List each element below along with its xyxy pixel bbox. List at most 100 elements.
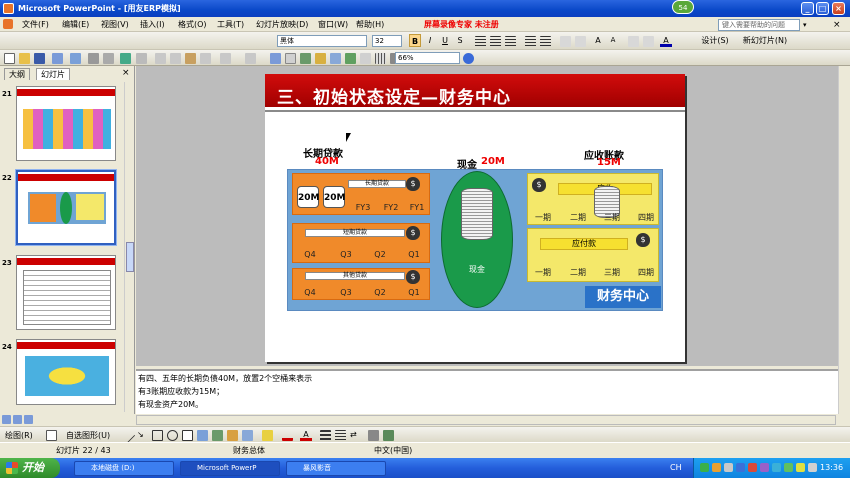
tray-icon[interactable]: [784, 463, 793, 472]
clipart-icon[interactable]: [227, 430, 238, 441]
italic-button[interactable]: I: [424, 34, 436, 47]
new-slide-button[interactable]: 新幻灯片(N): [740, 34, 790, 47]
line-color-icon[interactable]: [282, 430, 293, 441]
expand-all-icon[interactable]: [345, 53, 356, 64]
arrow-style-icon[interactable]: ⇄: [350, 430, 361, 441]
print-icon[interactable]: [88, 53, 99, 64]
diagram-icon[interactable]: [212, 430, 223, 441]
insert-textbox-icon[interactable]: [315, 53, 326, 64]
tray-icon[interactable]: [724, 463, 733, 472]
slide-thumbnail-23[interactable]: [16, 255, 116, 330]
tray-icon[interactable]: [736, 463, 745, 472]
show-formatting-icon[interactable]: [360, 53, 371, 64]
menu-insert[interactable]: 插入(I): [140, 19, 165, 30]
tray-icon[interactable]: [712, 463, 721, 472]
underline-button[interactable]: U: [439, 34, 451, 47]
paste-icon[interactable]: [185, 53, 196, 64]
font-color-icon[interactable]: A: [660, 34, 672, 47]
dash-style-icon[interactable]: [335, 430, 346, 441]
new-icon[interactable]: [4, 53, 15, 64]
font-name-combo[interactable]: 黑体: [277, 35, 367, 47]
minimize-button[interactable]: _: [801, 2, 814, 15]
sorter-view-icon[interactable]: [13, 415, 22, 424]
picture-icon[interactable]: [242, 430, 253, 441]
textbox-icon[interactable]: [182, 430, 193, 441]
email-icon[interactable]: [70, 53, 81, 64]
tray-icon[interactable]: [796, 463, 805, 472]
3d-style-icon[interactable]: [383, 430, 394, 441]
menu-help[interactable]: 帮助(H): [356, 19, 384, 30]
taskbar-item-explorer[interactable]: 本地磁盘 (D:): [74, 461, 174, 476]
canvas-scrollbar[interactable]: [838, 66, 850, 414]
slide-title[interactable]: 三、初始状态设定—财务中心: [277, 83, 511, 108]
draw-menu-button[interactable]: 绘图(R): [5, 430, 33, 441]
line-icon[interactable]: [119, 427, 136, 444]
tray-icon[interactable]: [748, 463, 757, 472]
doc-icon[interactable]: [3, 19, 13, 29]
align-center-icon[interactable]: [490, 36, 501, 47]
slide-thumbnail-22[interactable]: [15, 169, 117, 246]
outdent-icon[interactable]: [575, 36, 586, 47]
shadow-button[interactable]: S: [454, 34, 466, 47]
spelling-icon[interactable]: [120, 53, 131, 64]
notes-pane[interactable]: 有四、五年的长期负债40M，放置2个空桶来表示 有3账期应收款为15M； 有现金…: [136, 369, 838, 414]
open-icon[interactable]: [19, 53, 30, 64]
bold-button[interactable]: B: [409, 34, 421, 47]
rectangle-icon[interactable]: [152, 430, 163, 441]
menu-view[interactable]: 视图(V): [101, 19, 129, 30]
tray-icon[interactable]: [700, 463, 709, 472]
tab-slides[interactable]: 幻灯片: [36, 68, 70, 80]
menu-slideshow[interactable]: 幻灯片放映(D): [256, 19, 308, 30]
indent-icon[interactable]: [560, 36, 571, 47]
menu-format[interactable]: 格式(O): [178, 19, 207, 30]
ime-indicator-icon[interactable]: CH: [670, 463, 682, 472]
menu-edit[interactable]: 编辑(E): [62, 19, 89, 30]
fill-color-icon[interactable]: [262, 430, 273, 441]
horizontal-scrollbar[interactable]: [136, 415, 836, 425]
taskbar-item-powerpoint[interactable]: Microsoft PowerP: [180, 461, 280, 476]
bullets-icon[interactable]: [540, 36, 551, 47]
normal-view-icon[interactable]: [2, 415, 11, 424]
slides-pane-scrollbar[interactable]: [124, 82, 134, 412]
tray-icon[interactable]: [772, 463, 781, 472]
maximize-button[interactable]: □: [816, 2, 829, 15]
menu-window[interactable]: 窗口(W): [318, 19, 348, 30]
shadow-style-icon[interactable]: [368, 430, 379, 441]
undo-icon[interactable]: [220, 53, 231, 64]
insert-picture-icon[interactable]: [330, 53, 341, 64]
tray-icon[interactable]: [760, 463, 769, 472]
indent-more-icon[interactable]: [628, 36, 639, 47]
close-button[interactable]: ×: [832, 2, 845, 15]
select-pointer-icon[interactable]: [46, 430, 57, 441]
redo-icon[interactable]: [245, 53, 256, 64]
align-left-icon[interactable]: [475, 36, 486, 47]
print-preview-icon[interactable]: [103, 53, 114, 64]
taskbar-item-player[interactable]: 暴风影音: [286, 461, 386, 476]
zoom-combo[interactable]: 66%: [395, 52, 460, 64]
shrink-font-icon[interactable]: A: [607, 34, 619, 47]
autoshapes-button[interactable]: 自选图形(U): [66, 430, 110, 441]
help-icon[interactable]: [463, 53, 474, 64]
close-pane-icon[interactable]: ×: [122, 68, 130, 78]
indent-less-icon[interactable]: [643, 36, 654, 47]
arrow-icon[interactable]: ↘: [137, 430, 148, 441]
insert-table-icon[interactable]: [285, 53, 296, 64]
menu-file[interactable]: 文件(F): [22, 19, 49, 30]
close-doc-icon[interactable]: ×: [833, 20, 841, 30]
grid-icon[interactable]: [375, 53, 386, 64]
volume-icon[interactable]: [808, 463, 817, 472]
format-painter-icon[interactable]: [200, 53, 211, 64]
slide-thumbnail-24[interactable]: [16, 339, 116, 405]
permission-icon[interactable]: [52, 53, 63, 64]
insert-chart-icon[interactable]: [270, 53, 281, 64]
slide-thumbnail-21[interactable]: [16, 86, 116, 161]
design-button[interactable]: 设计(S): [695, 34, 735, 47]
align-right-icon[interactable]: [505, 36, 516, 47]
oval-icon[interactable]: [167, 430, 178, 441]
slideshow-icon[interactable]: [24, 415, 33, 424]
line-style-icon[interactable]: [320, 430, 331, 441]
research-icon[interactable]: [136, 53, 147, 64]
grow-font-icon[interactable]: A: [592, 34, 604, 47]
help-dropdown-icon[interactable]: ▾: [803, 21, 807, 29]
menu-tools[interactable]: 工具(T): [217, 19, 244, 30]
